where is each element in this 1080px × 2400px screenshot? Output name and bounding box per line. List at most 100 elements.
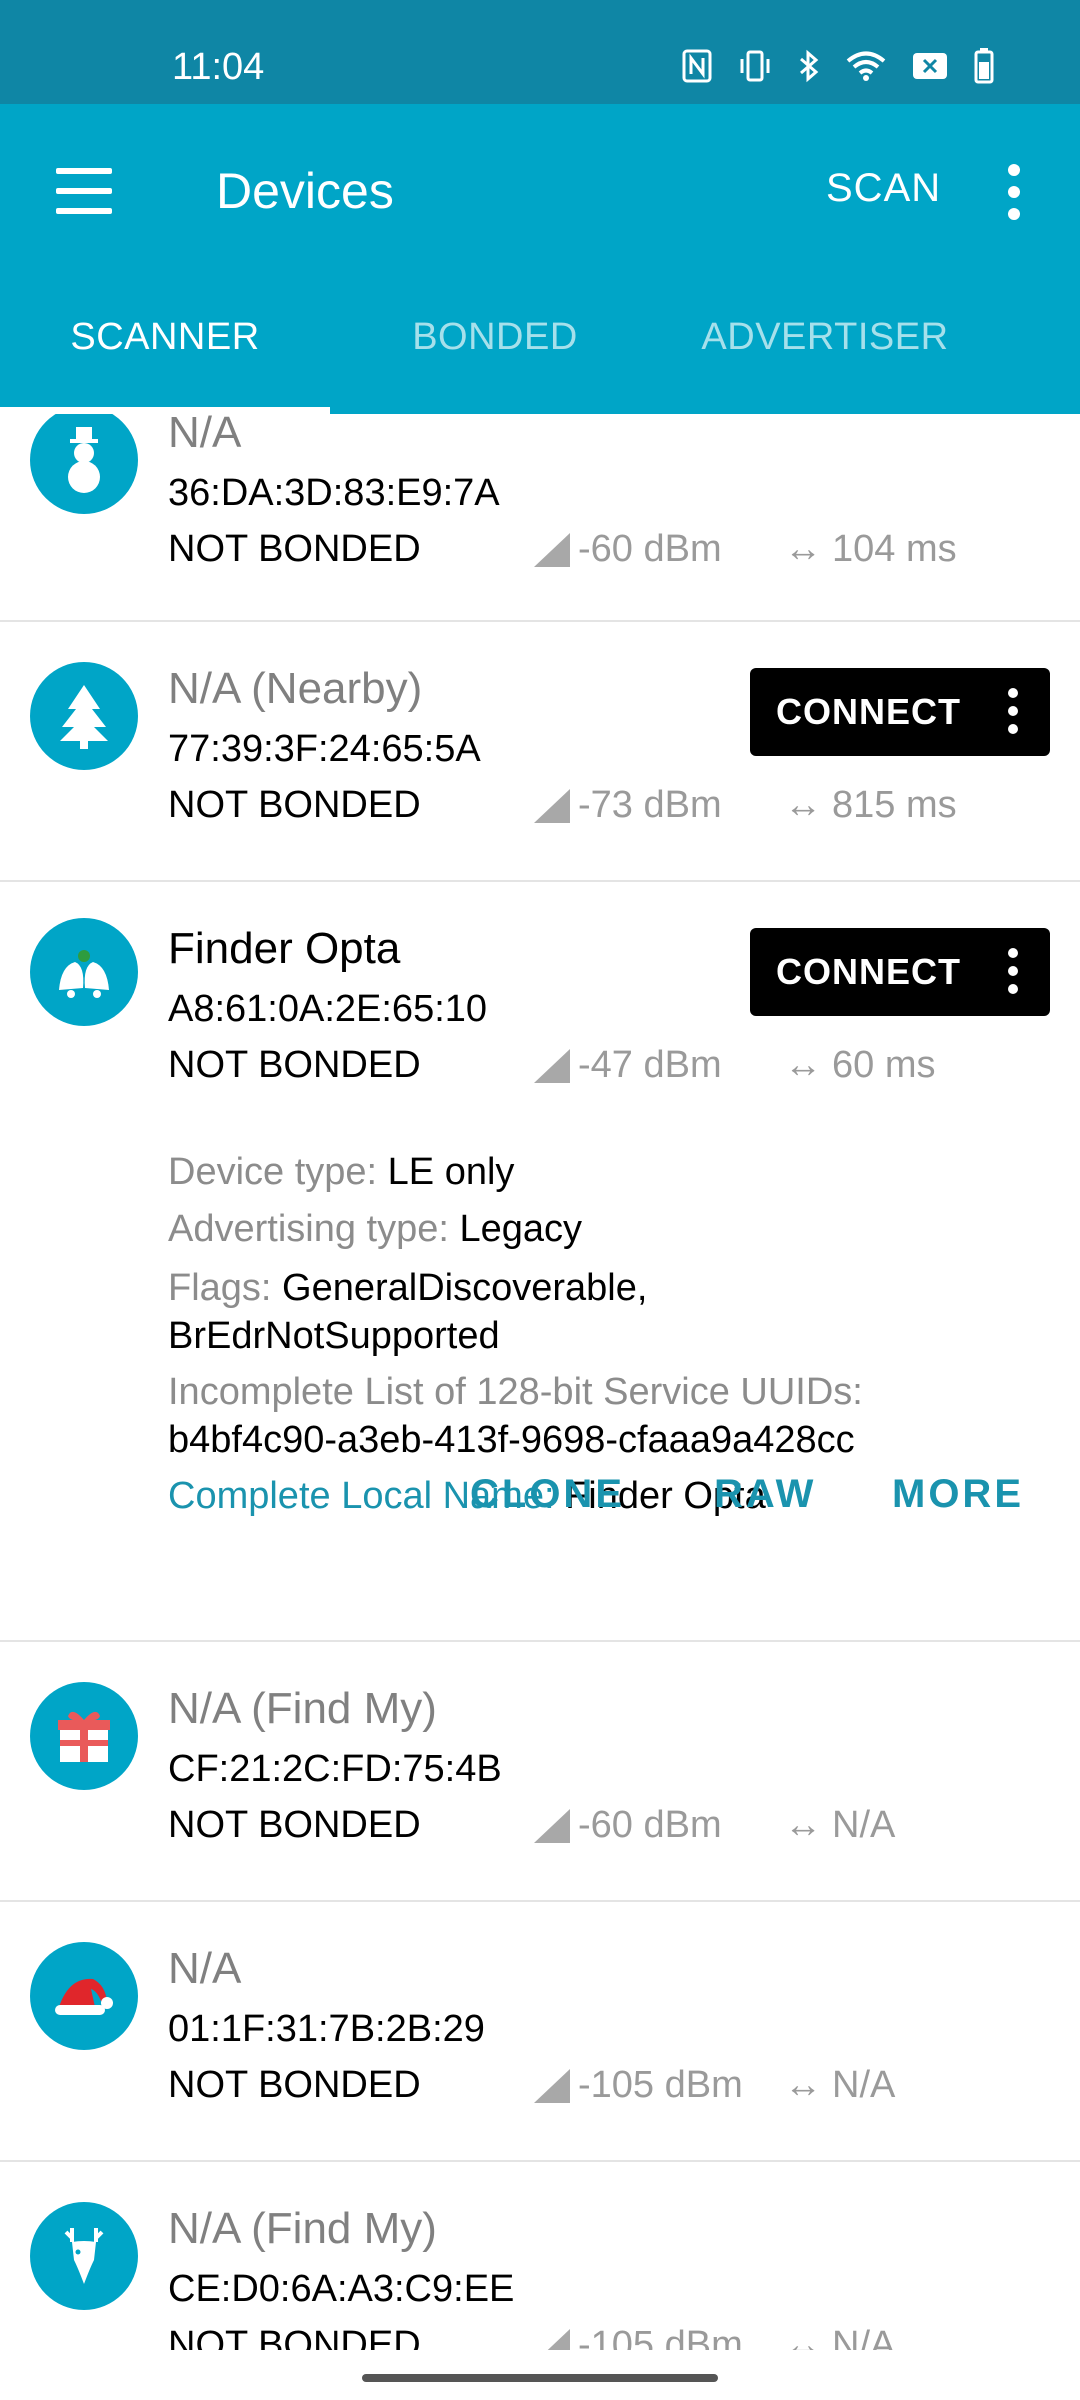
uuids-value: b4bf4c90-a3eb-413f-9698-cfaaa9a428cc <box>168 1419 855 1461</box>
vibrate-icon <box>738 49 772 88</box>
device-address: A8:61:0A:2E:65:10 <box>168 988 488 1030</box>
rssi-value: -47 dBm <box>578 1044 722 1086</box>
clone-button[interactable]: CLONE <box>470 1472 625 1517</box>
adv-type-value: Legacy <box>459 1208 583 1250</box>
rssi-readout: -105 dBm <box>534 2324 743 2350</box>
interval-value: 815 ms <box>832 784 957 826</box>
rssi-value: -105 dBm <box>578 2064 743 2106</box>
bond-state: NOT BONDED <box>168 1804 421 1846</box>
overflow-menu-icon[interactable] <box>1008 164 1022 220</box>
status-bar: 11:04 <box>0 0 1080 104</box>
device-type-value: LE only <box>387 1151 515 1193</box>
connect-button[interactable]: CONNECT <box>750 928 1050 1016</box>
signal-icon <box>534 2068 570 2103</box>
connect-label: CONNECT <box>776 951 961 992</box>
device-item[interactable]: N/A (Nearby) 77:39:3F:24:65:5A NOT BONDE… <box>0 622 1080 882</box>
flags-row: Flags: GeneralDiscoverable, BrEdrNotSuppo… <box>168 1258 1048 1360</box>
bond-state: NOT BONDED <box>168 784 421 826</box>
signal-icon <box>534 2328 570 2350</box>
device-item[interactable]: N/A 01:1F:31:7B:2B:29 NOT BONDED -105 dB… <box>0 1902 1080 2162</box>
device-name: Finder Opta <box>168 924 401 973</box>
interval-value: N/A <box>832 2324 896 2350</box>
rssi-value: -105 dBm <box>578 2324 743 2350</box>
signal-icon <box>534 532 570 567</box>
interval-readout: ↔ 60 ms <box>784 1044 935 1087</box>
wifi-icon <box>846 50 886 87</box>
interval-readout: ↔ N/A <box>784 1804 895 1847</box>
device-name: N/A <box>168 1944 242 1993</box>
tab-advertiser[interactable]: ADVERTISER <box>660 294 990 414</box>
home-indicator[interactable] <box>362 2374 718 2382</box>
connect-button[interactable]: CONNECT <box>750 668 1050 756</box>
gift-icon <box>30 1682 138 1790</box>
device-address: 36:DA:3D:83:E9:7A <box>168 472 500 514</box>
device-item[interactable]: N/A (Find My) CF:21:2C:FD:75:4B NOT BOND… <box>0 1642 1080 1902</box>
device-item[interactable]: N/A 36:DA:3D:83:E9:7A NOT BONDED -60 dBm… <box>0 414 1080 622</box>
tab-scanner[interactable]: SCANNER <box>0 294 330 414</box>
connect-label: CONNECT <box>776 691 961 732</box>
device-name: N/A (Nearby) <box>168 664 423 713</box>
device-actions: CLONE RAW MORE <box>0 1472 1080 1552</box>
uuids-row: Incomplete List of 128-bit Service UUIDs… <box>168 1360 1048 1464</box>
bells-icon <box>30 918 138 1026</box>
snowman-icon <box>30 414 138 514</box>
interval-readout: ↔ N/A <box>784 2324 895 2350</box>
interval-icon: ↔ <box>784 2324 822 2350</box>
signal-icon <box>534 1808 570 1843</box>
device-type-row: Device type: LE only <box>168 1144 1048 1201</box>
interval-readout: ↔ N/A <box>784 2064 895 2107</box>
tab-bonded[interactable]: BONDED <box>330 294 660 414</box>
interval-value: 104 ms <box>832 528 957 570</box>
connect-more-icon[interactable] <box>1008 948 1020 1002</box>
device-name: N/A (Find My) <box>168 1684 437 1733</box>
santa-hat-icon <box>30 1942 138 2050</box>
rssi-value: -73 dBm <box>578 784 722 826</box>
page-title: Devices <box>216 163 394 219</box>
device-address: CE:D0:6A:A3:C9:EE <box>168 2268 515 2310</box>
signal-icon <box>534 1048 570 1083</box>
nfc-icon <box>682 49 712 88</box>
rssi-value: -60 dBm <box>578 1804 722 1846</box>
adv-type-row: Advertising type: Legacy <box>168 1201 1048 1258</box>
menu-icon[interactable] <box>56 168 112 214</box>
more-button[interactable]: MORE <box>892 1472 1024 1517</box>
advertising-details: Device type: LE only Advertising type: L… <box>168 1144 1048 1525</box>
bluetooth-icon <box>798 49 820 88</box>
device-type-label: Device type: <box>168 1151 388 1193</box>
flags-value-2: BrEdrNotSupported <box>168 1315 500 1357</box>
bond-state: NOT BONDED <box>168 1044 421 1086</box>
interval-value: N/A <box>832 1804 896 1846</box>
battery-icon <box>974 48 994 89</box>
rssi-readout: -60 dBm <box>534 1804 722 1847</box>
flags-label: Flags: <box>168 1267 283 1309</box>
device-item-expanded[interactable]: Finder Opta A8:61:0A:2E:65:10 NOT BONDED… <box>0 882 1080 1642</box>
bond-state: NOT BONDED <box>168 2064 421 2106</box>
connect-more-icon[interactable] <box>1008 688 1020 742</box>
interval-readout: ↔ 815 ms <box>784 784 957 827</box>
tab-bar: SCANNER BONDED ADVERTISER <box>0 294 1080 414</box>
status-icons <box>682 48 994 89</box>
interval-readout: ↔ 104 ms <box>784 528 957 571</box>
interval-value: 60 ms <box>832 1044 936 1086</box>
device-address: CF:21:2C:FD:75:4B <box>168 1748 502 1790</box>
sim-icon <box>912 51 948 86</box>
device-item[interactable]: N/A (Find My) CE:D0:6A:A3:C9:EE NOT BOND… <box>0 2162 1080 2350</box>
status-time: 11:04 <box>172 46 265 88</box>
bond-state: NOT BONDED <box>168 2324 421 2350</box>
rssi-readout: -73 dBm <box>534 784 722 827</box>
interval-icon: ↔ <box>784 1804 822 1846</box>
interval-icon: ↔ <box>784 528 822 570</box>
bond-state: NOT BONDED <box>168 528 421 570</box>
interval-icon: ↔ <box>784 1044 822 1086</box>
rssi-readout: -60 dBm <box>534 528 722 571</box>
interval-icon: ↔ <box>784 2064 822 2106</box>
device-address: 01:1F:31:7B:2B:29 <box>168 2008 485 2050</box>
raw-button[interactable]: RAW <box>714 1472 816 1517</box>
rssi-readout: -105 dBm <box>534 2064 743 2107</box>
scan-button[interactable]: SCAN <box>826 166 941 211</box>
flags-value-1: GeneralDiscoverable, <box>282 1267 648 1309</box>
device-address: 77:39:3F:24:65:5A <box>168 728 481 770</box>
reindeer-icon <box>30 2202 138 2310</box>
christmas-tree-icon <box>30 662 138 770</box>
uuids-label: Incomplete List of 128-bit Service UUIDs… <box>168 1371 863 1413</box>
